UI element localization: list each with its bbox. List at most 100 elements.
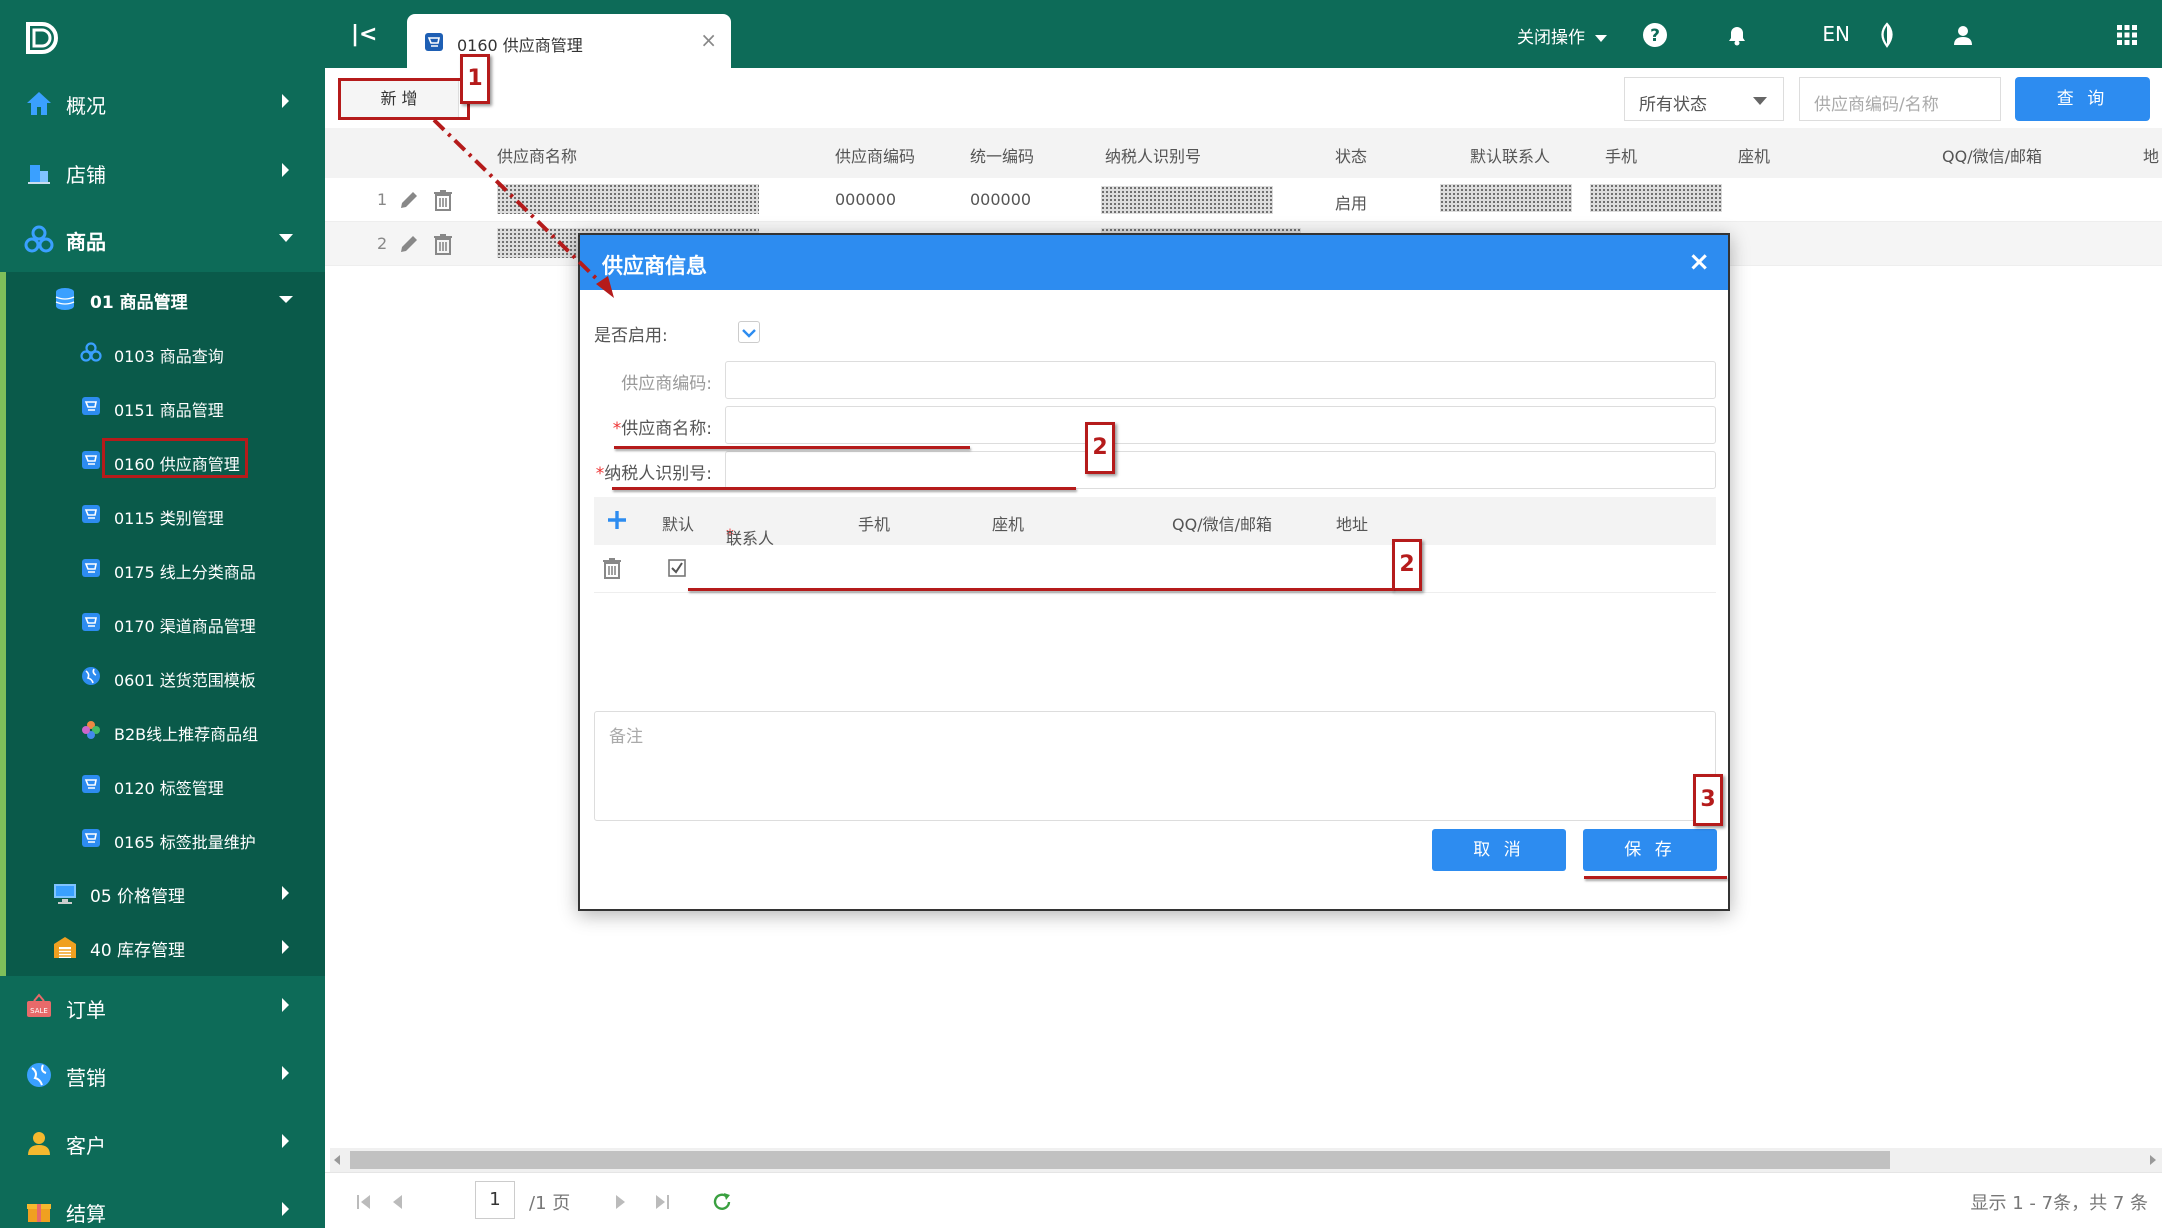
column-header[interactable]: 地 <box>2143 143 2159 167</box>
tab-close-icon[interactable]: × <box>700 28 717 52</box>
column-header[interactable]: 统一编码 <box>970 143 1034 167</box>
page-number-input[interactable]: 1 <box>475 1181 515 1219</box>
submenu-price-management[interactable]: 05 价格管理 <box>0 866 325 920</box>
edit-icon[interactable] <box>397 188 421 212</box>
user-icon <box>28 1132 50 1155</box>
edit-icon[interactable] <box>397 232 421 256</box>
nav-orders[interactable]: SALE 订单 <box>0 972 325 1040</box>
supplier-code-field[interactable] <box>725 361 1716 399</box>
required-mark: * <box>595 464 605 484</box>
scroll-right-icon[interactable] <box>2150 1155 2156 1165</box>
nav-settlement[interactable]: 结算 <box>0 1176 325 1228</box>
prev-page-icon[interactable] <box>387 1191 409 1213</box>
horizontal-scrollbar[interactable] <box>330 1148 2162 1172</box>
sale-tag-icon: SALE <box>27 993 51 1017</box>
home-icon <box>27 92 51 115</box>
column-header[interactable]: 供应商编码 <box>835 143 915 167</box>
row-number: 2 <box>377 234 388 253</box>
close-operations-label: 关闭操作 <box>1517 28 1585 48</box>
remark-textarea[interactable]: 备注 <box>594 711 1716 821</box>
sidebar-item-tag-management[interactable]: 0120 标签管理 <box>0 758 325 812</box>
column-header[interactable]: 默认联系人 <box>1470 143 1550 167</box>
supplier-name-field[interactable] <box>725 406 1716 444</box>
column-header[interactable]: 状态 <box>1335 143 1367 167</box>
save-button[interactable]: 保 存 <box>1583 829 1717 871</box>
scroll-left-icon[interactable] <box>334 1155 340 1165</box>
sidebar-item-delivery-template[interactable]: 0601 送货范围模板 <box>0 650 325 704</box>
cart-icon <box>82 829 100 847</box>
nav-store[interactable]: 店铺 <box>0 137 325 205</box>
sidebar-item-channel-product[interactable]: 0170 渠道商品管理 <box>0 596 325 650</box>
top-bar: |< 0160 供应商管理 × 关闭操作 ? EN <box>325 0 2162 68</box>
sidebar-item-b2b-recommend[interactable]: B2B线上推荐商品组 <box>0 704 325 758</box>
chevron-right-icon <box>282 940 289 954</box>
column-header: 手机 <box>858 515 891 534</box>
sidebar-item-tag-batch[interactable]: 0165 标签批量维护 <box>0 812 325 866</box>
supplier-code: 000000 <box>835 190 897 209</box>
column-header[interactable]: 手机 <box>1605 143 1637 167</box>
enabled-checkbox[interactable] <box>738 321 760 343</box>
sidebar-item-label: 0103 商品查询 <box>114 347 224 366</box>
chevron-right-icon <box>282 886 289 900</box>
cancel-button[interactable]: 取 消 <box>1432 829 1566 871</box>
dialog-close-icon[interactable]: × <box>1688 247 1710 277</box>
sidebar-item-product-management[interactable]: 0151 商品管理 <box>0 380 325 434</box>
refresh-icon[interactable] <box>711 1191 733 1213</box>
default-checkbox-icon[interactable] <box>668 559 686 577</box>
bell-icon[interactable] <box>1724 22 1750 48</box>
dialog-header: 供应商信息 × <box>580 235 1728 290</box>
chevron-down-icon <box>1753 97 1767 105</box>
language-toggle[interactable]: EN <box>1822 22 1850 46</box>
column-header[interactable]: QQ/微信/邮箱 <box>1942 143 2042 167</box>
query-button[interactable]: 查 询 <box>2015 77 2150 121</box>
annotation-arrow <box>432 118 614 298</box>
column-header[interactable]: 座机 <box>1738 143 1770 167</box>
pagination: 1 /1 页 显示 1 - 7条，共 7 条 <box>325 1172 2162 1228</box>
nav-product[interactable]: 商品 <box>0 204 325 272</box>
gift-icon <box>27 1204 51 1222</box>
redacted-mobile <box>1590 184 1722 212</box>
status-select-value: 所有状态 <box>1639 95 1707 115</box>
cart-icon <box>82 505 100 523</box>
chevron-right-icon <box>282 1066 289 1080</box>
submenu-product-management[interactable]: 01 商品管理 <box>0 272 325 326</box>
add-contact-icon[interactable] <box>606 509 628 531</box>
unified-code: 000000 <box>970 190 1032 209</box>
nav-marketing[interactable]: 营销 <box>0 1040 325 1108</box>
supplier-search-input[interactable]: 供应商编码/名称 <box>1799 77 2001 121</box>
sidebar: 概况 店铺 商品 01 商品管理 0103 商品查询 0151 商品管理 016… <box>0 0 325 1228</box>
nav-customers[interactable]: 客户 <box>0 1108 325 1176</box>
user-icon[interactable] <box>1950 22 1976 48</box>
trash-icon[interactable] <box>600 556 624 580</box>
chevron-right-icon <box>282 163 289 177</box>
column-header[interactable]: 纳税人识别号 <box>1105 143 1201 167</box>
contrast-icon[interactable] <box>1874 22 1900 48</box>
close-operations-dropdown[interactable]: 关闭操作 <box>1517 23 1607 48</box>
globe-icon <box>82 667 100 685</box>
collapse-sidebar-icon[interactable]: |< <box>351 22 377 47</box>
database-icon <box>55 288 75 310</box>
annotation-step-2-contacts: 2 <box>1392 539 1422 591</box>
apps-grid-icon[interactable] <box>2114 22 2140 48</box>
submenu-inventory-management[interactable]: 40 库存管理 <box>0 920 325 974</box>
first-page-icon[interactable] <box>353 1191 375 1213</box>
nav-overview[interactable]: 概况 <box>0 68 325 136</box>
status-select[interactable]: 所有状态 <box>1624 77 1784 121</box>
next-page-icon[interactable] <box>609 1191 631 1213</box>
tax-id-field[interactable] <box>725 451 1716 489</box>
annotation-underline <box>688 588 1394 591</box>
color-wheel-icon <box>82 721 100 739</box>
chevron-right-icon <box>282 1202 289 1216</box>
tax-id-label: *纳税人识别号: <box>580 459 712 484</box>
submenu-label: 01 商品管理 <box>90 293 188 313</box>
sidebar-item-product-query[interactable]: 0103 商品查询 <box>0 326 325 380</box>
last-page-icon[interactable] <box>651 1191 673 1213</box>
help-icon[interactable]: ? <box>1642 22 1668 48</box>
sidebar-item-online-category[interactable]: 0175 线上分类商品 <box>0 542 325 596</box>
contact-row[interactable] <box>594 545 1716 593</box>
tab-supplier-management[interactable]: 0160 供应商管理 × <box>407 14 731 68</box>
scrollbar-thumb[interactable] <box>350 1151 1890 1169</box>
sidebar-item-category-management[interactable]: 0115 类别管理 <box>0 488 325 542</box>
cart-icon <box>82 397 100 415</box>
supplier-info-dialog: 供应商信息 × 是否启用: 供应商编码: *供应商名称: *纳税人识别号: 默认… <box>578 233 1730 911</box>
